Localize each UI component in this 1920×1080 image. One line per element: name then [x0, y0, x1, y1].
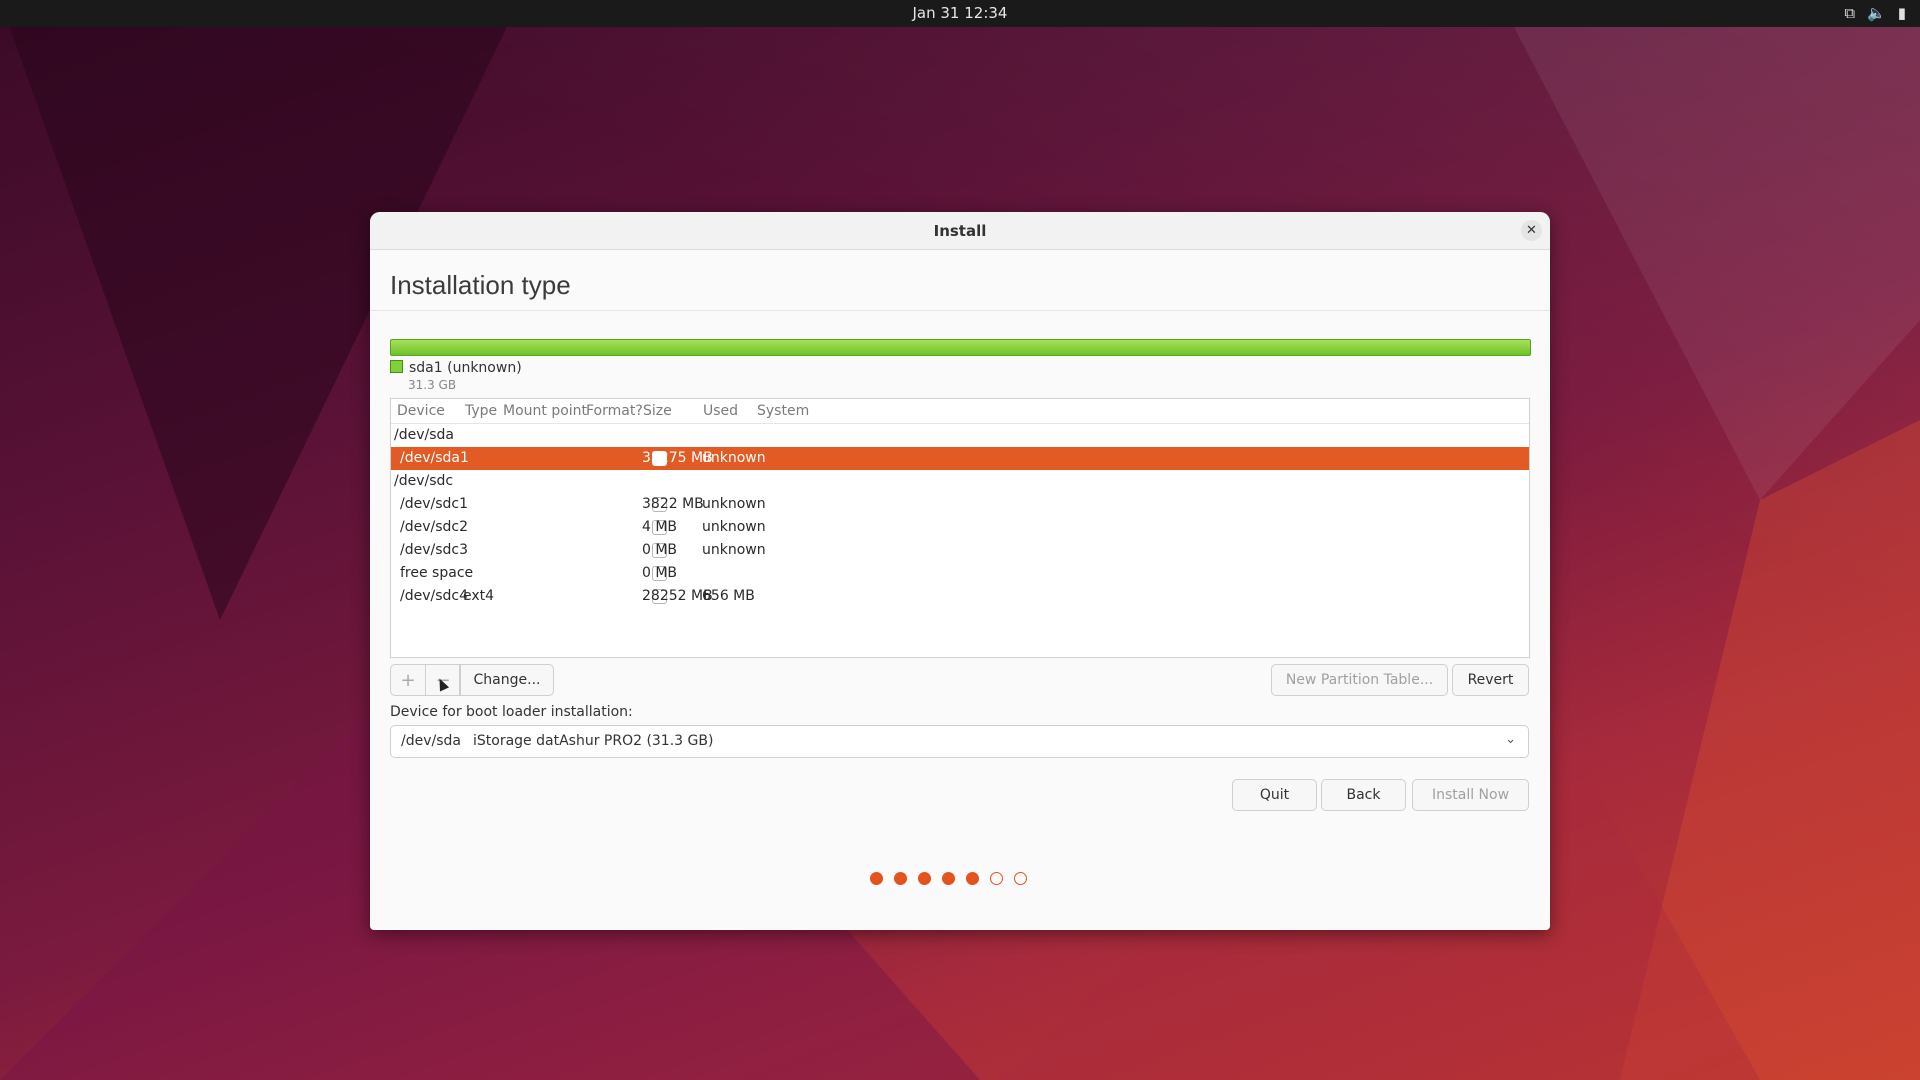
page-title: Installation type: [390, 270, 571, 300]
row-size: 4 MB: [642, 519, 678, 535]
back-button[interactable]: Back: [1321, 779, 1406, 811]
row-device: /dev/sdc: [394, 473, 454, 489]
clock[interactable]: Jan 31 12:34: [0, 4, 1920, 22]
table-row[interactable]: /dev/sda: [391, 424, 1529, 447]
col-mount-point[interactable]: Mount point: [503, 403, 587, 419]
add-remove-group: + −: [390, 664, 460, 696]
col-format[interactable]: Format?: [586, 403, 643, 419]
install-window: Install ✕ Installation type sda1 (unknow…: [370, 212, 1550, 930]
row-used: unknown: [702, 496, 766, 512]
row-device: /dev/sdc3: [400, 542, 469, 558]
legend-label: sda1 (unknown): [409, 360, 522, 376]
boot-loader-label: Device for boot loader installation:: [390, 704, 633, 720]
table-row[interactable]: /dev/sdc4 ext4 28252 MB 656 MB: [391, 585, 1529, 608]
table-row[interactable]: /dev/sdc: [391, 470, 1529, 493]
row-size: 0 MB: [642, 542, 678, 558]
table-header: Device Type Mount point Format? Size Use…: [391, 399, 1529, 424]
row-used: unknown: [702, 450, 766, 466]
progress-dot: [942, 872, 955, 885]
partition-table[interactable]: Device Type Mount point Format? Size Use…: [390, 398, 1530, 658]
col-device[interactable]: Device: [397, 403, 445, 419]
volume-icon[interactable]: 🔈: [1867, 4, 1886, 22]
progress-dot: [966, 872, 979, 885]
close-button[interactable]: ✕: [1521, 220, 1542, 241]
table-body: /dev/sda/dev/sda1 31275 MB unknown/dev/sdc…: [391, 424, 1529, 608]
table-row[interactable]: free space 0 MB: [391, 562, 1529, 585]
boot-device: /dev/sda: [401, 733, 461, 749]
table-row[interactable]: /dev/sdc1 3822 MB unknown: [391, 493, 1529, 516]
progress-dot: [918, 872, 931, 885]
boot-loader-select[interactable]: /dev/sda iStorage datAshur PRO2 (31.3 GB…: [390, 725, 1529, 758]
row-device: /dev/sdc1: [400, 496, 469, 512]
col-type[interactable]: Type: [465, 403, 497, 419]
col-system[interactable]: System: [757, 403, 809, 419]
row-size: 0 MB: [642, 565, 678, 581]
col-size[interactable]: Size: [643, 403, 672, 419]
row-device: /dev/sdc2: [400, 519, 469, 535]
quit-button[interactable]: Quit: [1232, 779, 1317, 811]
row-type: ext4: [463, 588, 495, 604]
table-row[interactable]: /dev/sdc2 4 MB unknown: [391, 516, 1529, 539]
row-device: /dev/sda1: [400, 450, 469, 466]
progress-dot: [990, 872, 1003, 885]
progress-dot: [894, 872, 907, 885]
row-used: 656 MB: [702, 588, 755, 604]
window-title: Install: [933, 222, 987, 240]
disk-legend: sda1 (unknown) 31.3 GB: [390, 360, 522, 392]
close-icon: ✕: [1526, 223, 1537, 238]
change-button[interactable]: Change...: [460, 664, 554, 696]
table-row[interactable]: /dev/sda1 31275 MB unknown: [391, 447, 1529, 470]
revert-button[interactable]: Revert: [1452, 664, 1529, 696]
row-device: free space: [400, 565, 474, 581]
add-partition-button[interactable]: +: [391, 665, 426, 695]
row-device: /dev/sda: [394, 427, 454, 443]
battery-icon[interactable]: ▮: [1898, 4, 1906, 22]
disk-usage-bar: [390, 339, 1531, 356]
chevron-down-icon: ⌄: [1505, 732, 1516, 747]
top-panel: Jan 31 12:34 ⧉ 🔈 ▮: [0, 0, 1920, 27]
progress-dot: [1014, 872, 1027, 885]
titlebar: Install ✕: [370, 212, 1550, 250]
table-row[interactable]: /dev/sdc3 0 MB unknown: [391, 539, 1529, 562]
progress-dot: [870, 872, 883, 885]
row-device: /dev/sdc4: [400, 588, 469, 604]
row-used: unknown: [702, 519, 766, 535]
row-size: 3822 MB: [642, 496, 704, 512]
progress-dots: [870, 872, 1027, 885]
legend-swatch: [390, 360, 403, 373]
install-now-button[interactable]: Install Now: [1412, 779, 1529, 811]
network-icon[interactable]: ⧉: [1844, 4, 1855, 22]
row-used: unknown: [702, 542, 766, 558]
new-partition-table-button[interactable]: New Partition Table...: [1271, 664, 1448, 696]
legend-size: 31.3 GB: [408, 378, 457, 392]
system-tray[interactable]: ⧉ 🔈 ▮: [1844, 4, 1906, 22]
col-used[interactable]: Used: [703, 403, 738, 419]
boot-device-description: iStorage datAshur PRO2 (31.3 GB): [473, 733, 714, 749]
